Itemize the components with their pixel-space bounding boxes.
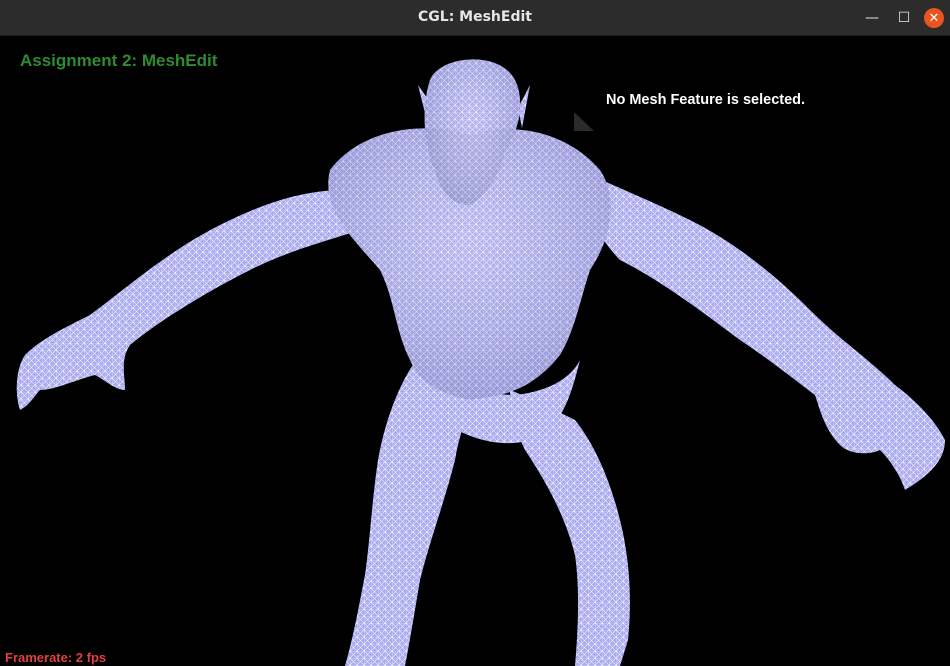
window-titlebar[interactable]: CGL: MeshEdit — ☐ ✕ (0, 0, 950, 36)
selection-status-text: No Mesh Feature is selected. (606, 92, 806, 108)
mesh-arm-left (16, 190, 360, 410)
selection-cursor-icon (574, 112, 594, 131)
mesh-arm-right (570, 165, 945, 490)
mesh-viewport[interactable]: Assignment 2: MeshEdit No Mesh Feature i… (0, 36, 950, 666)
framerate-label: Framerate: 2 fps (5, 650, 107, 665)
close-icon[interactable]: ✕ (924, 8, 944, 28)
app-title-label: Assignment 2: MeshEdit (20, 51, 218, 70)
mesh-model[interactable] (0, 36, 950, 666)
minimize-icon[interactable]: — (861, 7, 883, 29)
maximize-icon[interactable]: ☐ (893, 7, 915, 29)
window-title: CGL: MeshEdit (418, 9, 532, 25)
